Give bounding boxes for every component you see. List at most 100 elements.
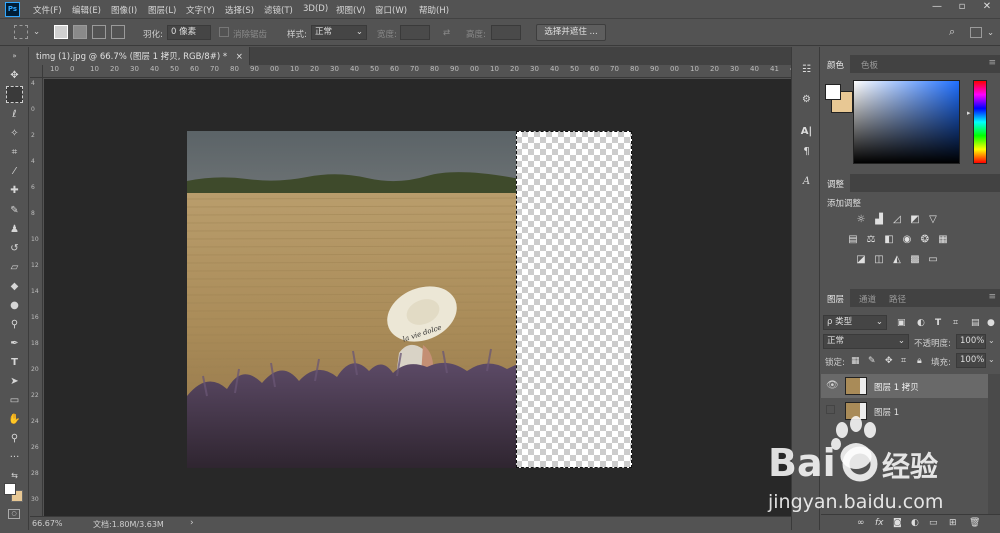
status-menu-icon[interactable]: › [190, 518, 194, 528]
tab-adjustments[interactable]: 调整 [821, 174, 851, 192]
menu-file[interactable]: 文件(F) [33, 4, 62, 16]
posterize-icon[interactable]: ◫ [873, 254, 885, 265]
hue-slider-handle-icon[interactable]: ▸ [967, 109, 971, 117]
menu-select[interactable]: 选择(S) [225, 4, 254, 16]
filter-toggle-icon[interactable]: ● [987, 318, 995, 328]
minimize-icon[interactable]: — [928, 1, 946, 17]
rectangle-tool-icon[interactable]: ▭ [6, 392, 23, 409]
tab-paths[interactable]: 路径 [883, 289, 912, 307]
curves-icon[interactable]: ◿ [891, 214, 903, 225]
link-layers-icon[interactable]: ∞ [857, 518, 865, 528]
menu-view[interactable]: 视图(V) [336, 4, 365, 16]
tab-channels[interactable]: 通道 [853, 289, 882, 307]
subtract-selection-icon[interactable] [92, 25, 106, 39]
opacity-chevron-icon[interactable]: ⌄ [988, 336, 995, 345]
history-brush-tool-icon[interactable]: ↺ [6, 240, 23, 257]
eraser-tool-icon[interactable]: ▱ [6, 259, 23, 276]
panel-menu-icon[interactable]: ≡ [988, 58, 996, 68]
rectangular-marquee-tool-icon[interactable] [6, 86, 23, 103]
new-selection-icon[interactable] [54, 25, 68, 39]
hue-saturation-icon[interactable]: ▤ [847, 234, 859, 245]
filter-type-icon[interactable]: T [935, 318, 941, 328]
swap-colors-icon[interactable]: ⇆ [6, 467, 23, 484]
healing-brush-tool-icon[interactable]: ✚ [6, 182, 23, 199]
brightness-contrast-icon[interactable]: ☼ [855, 214, 867, 225]
photo-filter-icon[interactable]: ◉ [901, 234, 913, 245]
select-and-mask-button[interactable]: 选择并遮住 ... [536, 24, 606, 41]
close-icon[interactable]: ✕ [978, 1, 996, 17]
glyphs-icon[interactable]: A [798, 173, 815, 190]
width-input[interactable] [400, 25, 430, 40]
dodge-tool-icon[interactable]: ⚲ [6, 316, 23, 333]
blend-mode-select[interactable]: 正常 ⌄ [823, 334, 909, 349]
ruler-origin[interactable] [30, 65, 43, 78]
fx-icon[interactable]: fx [875, 518, 884, 528]
history-icon[interactable]: ☷ [798, 61, 815, 78]
color-balance-icon[interactable]: ⚖ [865, 234, 877, 245]
lock-all-icon[interactable]: 🔒︎ [917, 356, 922, 366]
exposure-icon[interactable]: ◩ [909, 214, 921, 225]
layer-row-base[interactable]: 图层 1 [821, 399, 988, 423]
tab-color[interactable]: 颜色 [821, 55, 851, 73]
search-icon[interactable]: ⌕ [949, 25, 955, 39]
gradient-map-icon[interactable]: ▭ [927, 254, 939, 265]
more-tools-icon[interactable]: ··· [6, 449, 23, 466]
pen-tool-icon[interactable]: ✒ [6, 335, 23, 352]
tab-layers[interactable]: 图层 [821, 289, 851, 307]
move-tool-icon[interactable]: ✥ [6, 67, 23, 84]
filter-shape-icon[interactable]: ⌗ [953, 318, 958, 328]
crop-tool-icon[interactable]: ⌗ [6, 144, 23, 161]
marquee-preset-icon[interactable] [14, 25, 28, 39]
threshold-icon[interactable]: ◭ [891, 254, 903, 265]
zoom-tool-icon[interactable]: ⚲ [6, 430, 23, 447]
workspace-chevron-icon[interactable]: ⌄ [987, 28, 994, 38]
lasso-tool-icon[interactable]: ℓ [6, 106, 23, 123]
close-tab-icon[interactable]: × [236, 52, 243, 62]
layer-row-copy[interactable]: 👁︎ 图层 1 拷贝 [821, 374, 988, 398]
eyedropper-tool-icon[interactable]: ⁄ [6, 163, 23, 180]
lock-position-icon[interactable]: ✥ [885, 356, 893, 366]
filter-adjustment-icon[interactable]: ◐ [917, 318, 925, 328]
delete-layer-icon[interactable]: 🗑︎ [969, 518, 980, 528]
add-mask-icon[interactable]: ◙ [893, 518, 902, 528]
preset-chevron-icon[interactable]: ⌄ [33, 27, 40, 37]
path-selection-tool-icon[interactable]: ➤ [6, 373, 23, 390]
antialias-checkbox[interactable] [219, 27, 229, 37]
filter-pixel-icon[interactable]: ▣ [897, 318, 906, 328]
layer-kind-filter[interactable]: ρ 类型 ⌄ [823, 315, 887, 330]
toolbar-collapse-icon[interactable]: » [6, 52, 23, 60]
levels-icon[interactable]: ▟ [873, 214, 885, 225]
new-adjustment-icon[interactable]: ◐ [911, 518, 919, 528]
canvas-area[interactable]: la vie dolce [44, 79, 791, 516]
layers-scrollbar[interactable] [988, 374, 1000, 514]
clone-stamp-tool-icon[interactable]: ♟ [6, 221, 23, 238]
channel-mixer-icon[interactable]: ❂ [919, 234, 931, 245]
blur-tool-icon[interactable]: ● [6, 297, 23, 314]
paint-bucket-tool-icon[interactable]: ◆ [6, 278, 23, 295]
menu-help[interactable]: 帮助(H) [419, 4, 449, 16]
fill-input[interactable]: 100% [956, 353, 986, 368]
type-tool-icon[interactable]: T [6, 354, 23, 371]
magic-wand-tool-icon[interactable]: ✧ [6, 125, 23, 142]
intersect-selection-icon[interactable] [111, 25, 125, 39]
invert-icon[interactable]: ◪ [855, 254, 867, 265]
menu-filter[interactable]: 滤镜(T) [264, 4, 293, 16]
properties-icon[interactable]: ⚙ [798, 91, 815, 108]
opacity-input[interactable]: 100% [956, 334, 986, 349]
menu-edit[interactable]: 编辑(E) [72, 4, 101, 16]
feather-input[interactable]: 0 像素 [167, 25, 211, 40]
selective-color-icon[interactable]: ▩ [909, 254, 921, 265]
menu-window[interactable]: 窗口(W) [375, 4, 407, 16]
workspace-icon[interactable] [970, 27, 982, 38]
fill-chevron-icon[interactable]: ⌄ [988, 355, 995, 364]
hand-tool-icon[interactable]: ✋ [6, 411, 23, 428]
vibrance-icon[interactable]: ▽ [927, 214, 939, 225]
menu-layer[interactable]: 图层(L) [148, 4, 176, 16]
brush-tool-icon[interactable]: ✎ [6, 202, 23, 219]
color-foreground-swatch[interactable] [825, 84, 841, 100]
filter-smart-icon[interactable]: ▤ [971, 318, 980, 328]
eye-icon[interactable]: 👁︎ [826, 380, 839, 391]
new-group-icon[interactable]: ▭ [929, 518, 938, 528]
zoom-level[interactable]: 66.67% [32, 519, 63, 528]
tab-swatches[interactable]: 色板 [855, 55, 884, 73]
